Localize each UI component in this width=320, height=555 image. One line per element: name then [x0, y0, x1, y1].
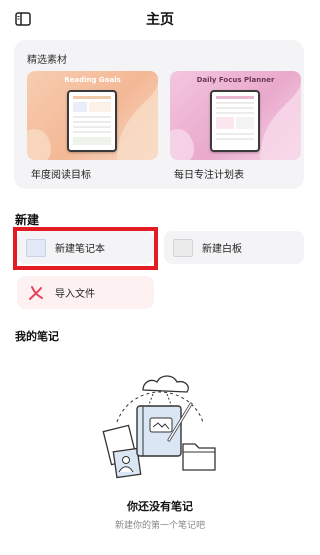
empty-notes-illustration — [102, 375, 216, 479]
section-create-label: 新建 — [15, 213, 40, 227]
section-my-notes-label: 我的笔记 — [15, 330, 59, 343]
pdf-icon — [29, 285, 43, 300]
whiteboard-icon — [173, 238, 193, 257]
template-name-reading-goals: 年度阅读目标 — [31, 170, 91, 181]
featured-section: 精选素材 Reading Goals 年度阅读目标 Daily Focus Pl… — [14, 40, 304, 189]
template-card-reading-goals[interactable]: Reading Goals — [27, 71, 158, 160]
new-whiteboard-label: 新建白板 — [202, 244, 242, 255]
highlight-box — [13, 227, 158, 270]
tablet-preview — [67, 90, 117, 152]
template-heading: Daily Focus Planner — [196, 76, 275, 84]
tablet-preview — [210, 90, 260, 152]
featured-label: 精选素材 — [27, 55, 67, 66]
template-card-daily-focus[interactable]: Daily Focus Planner — [170, 71, 301, 160]
empty-state-title: 你还没有笔记 — [127, 500, 193, 513]
reading-goals-preview — [73, 96, 111, 145]
template-heading: Reading Goals — [64, 76, 121, 84]
empty-state-subtitle: 新建你的第一个笔记吧 — [114, 521, 205, 531]
new-whiteboard-button[interactable]: 新建白板 — [164, 231, 304, 264]
template-name-daily-focus: 每日专注计划表 — [174, 170, 244, 181]
page-title: 主页 — [146, 12, 174, 28]
import-file-label: 导入文件 — [55, 289, 95, 300]
import-file-button[interactable]: 导入文件 — [17, 276, 154, 309]
daily-focus-preview — [216, 96, 254, 140]
